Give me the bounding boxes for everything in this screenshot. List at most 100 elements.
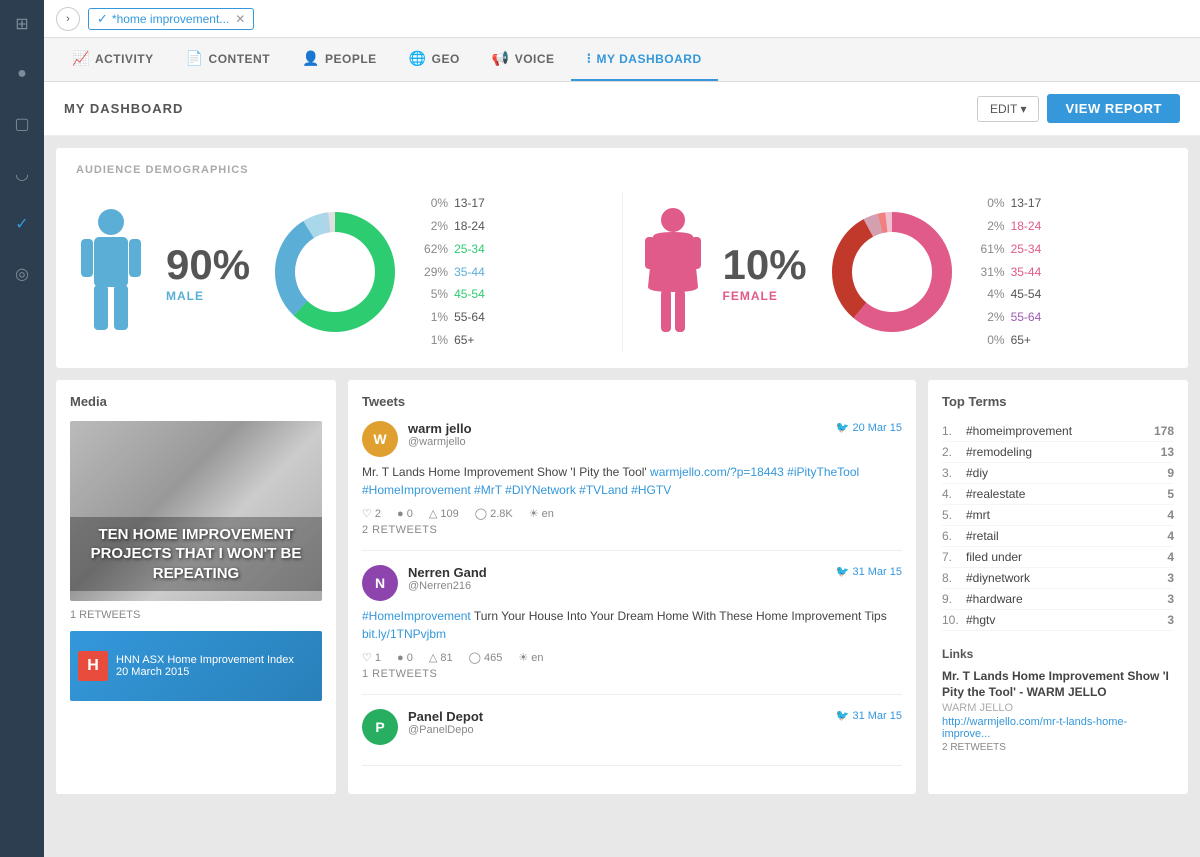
media-image-bg: TEN HOME IMPROVEMENT PROJECTS THAT I WON… bbox=[70, 421, 322, 601]
tweet-name-1: warm jello bbox=[408, 421, 472, 436]
user-icon[interactable]: ● bbox=[6, 58, 38, 90]
tweet-body-1: Mr. T Lands Home Improvement Show 'I Pit… bbox=[362, 463, 902, 499]
tweet-likes-2: ♡ 1 bbox=[362, 651, 381, 664]
tweet-author-2: N Nerren Gand @Nerren216 bbox=[362, 565, 487, 601]
tweet-date-2: 🐦 31 Mar 15 bbox=[836, 565, 902, 578]
term-rank: 10. bbox=[942, 613, 960, 627]
media-card-2-title: HNN ASX Home Improvement Index bbox=[116, 654, 294, 666]
link-item-retweets-1: 2 RETWEETS bbox=[942, 742, 1174, 753]
nav-back-button[interactable]: › bbox=[56, 7, 80, 31]
term-count: 13 bbox=[1161, 445, 1174, 459]
link-item-1: Mr. T Lands Home Improvement Show 'I Pit… bbox=[942, 669, 1174, 753]
tweet-author-3: P Panel Depot @PanelDepo bbox=[362, 709, 483, 745]
tab-activity[interactable]: 📈 ACTIVITY bbox=[56, 38, 170, 81]
tweet-likes-1: ♡ 2 bbox=[362, 507, 381, 520]
female-percent: 10% bbox=[723, 241, 807, 289]
demographics-card: AUDIENCE DEMOGRAPHICS 90% MA bbox=[56, 148, 1188, 368]
media-card-2-subtitle: 20 March 2015 bbox=[116, 666, 294, 678]
target-icon[interactable]: ◎ bbox=[6, 258, 38, 290]
links-section: Links Mr. T Lands Home Improvement Show … bbox=[942, 647, 1174, 753]
term-name: #hgtv bbox=[966, 613, 1167, 627]
tweet-link-1[interactable]: warmjello.com/?p=18443 bbox=[650, 465, 784, 479]
tweet-header-3: P Panel Depot @PanelDepo 🐦 31 Mar 15 bbox=[362, 709, 902, 745]
tweet-header-2: N Nerren Gand @Nerren216 🐦 31 Mar 15 bbox=[362, 565, 902, 601]
tweet-names-1: warm jello @warmjello bbox=[408, 421, 472, 448]
tag-close-icon[interactable]: ✕ bbox=[235, 12, 245, 26]
term-count: 178 bbox=[1154, 424, 1174, 438]
term-rank: 3. bbox=[942, 466, 960, 480]
search-tag-label: *home improvement... bbox=[112, 12, 229, 26]
tweet-avatar-1: W bbox=[362, 421, 398, 457]
term-row: 6.#retail4 bbox=[942, 526, 1174, 547]
tab-my-dashboard[interactable]: ⁝ MY DASHBOARD bbox=[571, 38, 718, 81]
tab-geo[interactable]: 🌐 GEO bbox=[393, 38, 476, 81]
term-name: #hardware bbox=[966, 592, 1167, 606]
term-rank: 9. bbox=[942, 592, 960, 606]
tweet-lang-2: ☀ en bbox=[518, 651, 543, 664]
media-retweets: 1 RETWEETS bbox=[70, 609, 322, 621]
tweet-name-3: Panel Depot bbox=[408, 709, 483, 724]
tweet-names-3: Panel Depot @PanelDepo bbox=[408, 709, 483, 736]
tab-people-label: PEOPLE bbox=[325, 52, 377, 66]
term-name: #mrt bbox=[966, 508, 1167, 522]
term-count: 4 bbox=[1167, 508, 1174, 522]
tweet-item-1: W warm jello @warmjello 🐦 20 Mar 15 Mr. … bbox=[362, 421, 902, 551]
tweet-stats-1: ♡ 2 ● 0 △ 109 ◯ 2.8K ☀ en bbox=[362, 507, 902, 520]
search-tag: ✓ *home improvement... ✕ bbox=[88, 8, 254, 30]
tab-voice[interactable]: 📢 VOICE bbox=[476, 38, 571, 81]
chat-icon[interactable]: ▢ bbox=[6, 108, 38, 140]
male-donut-chart bbox=[270, 207, 400, 337]
male-percent: 90% bbox=[166, 241, 250, 289]
term-rank: 2. bbox=[942, 445, 960, 459]
links-title: Links bbox=[942, 647, 1174, 661]
term-name: #diynetwork bbox=[966, 571, 1167, 585]
nav-tabs: 📈 ACTIVITY 📄 CONTENT 👤 PEOPLE 🌐 GEO 📢 VO… bbox=[44, 38, 1200, 82]
media-title: Media bbox=[70, 394, 322, 409]
tweet-handle-1: @warmjello bbox=[408, 436, 472, 448]
tweet-item-3: P Panel Depot @PanelDepo 🐦 31 Mar 15 bbox=[362, 709, 902, 766]
female-age-list: 0%13-17 2%18-24 61%25-34 31%35-44 4%45-5… bbox=[977, 192, 1042, 352]
top-terms-title: Top Terms bbox=[942, 394, 1174, 409]
term-count: 4 bbox=[1167, 550, 1174, 564]
view-report-button[interactable]: VIEW REPORT bbox=[1047, 94, 1180, 123]
link-item-url-1[interactable]: http://warmjello.com/mr-t-lands-home-imp… bbox=[942, 716, 1174, 740]
term-count: 3 bbox=[1167, 592, 1174, 606]
tweet-date-1: 🐦 20 Mar 15 bbox=[836, 421, 902, 434]
media-card-2-info: HNN ASX Home Improvement Index 20 March … bbox=[116, 654, 294, 678]
twitter-icon[interactable]: ✓ bbox=[6, 208, 38, 240]
term-count: 4 bbox=[1167, 529, 1174, 543]
tweet-reach-2: △ 81 bbox=[429, 651, 453, 664]
tweet-names-2: Nerren Gand @Nerren216 bbox=[408, 565, 487, 592]
term-count: 3 bbox=[1167, 613, 1174, 627]
dashboard-header: MY DASHBOARD EDIT ▾ VIEW REPORT bbox=[44, 82, 1200, 136]
term-name: #diy bbox=[966, 466, 1167, 480]
term-row: 7.filed under4 bbox=[942, 547, 1174, 568]
media-card-2-icon: H bbox=[78, 651, 108, 681]
tab-content[interactable]: 📄 CONTENT bbox=[170, 38, 286, 81]
tweet-link-2[interactable]: bit.ly/1TNPvjbm bbox=[362, 627, 446, 641]
voice-icon: 📢 bbox=[492, 50, 510, 67]
term-row: 3.#diy9 bbox=[942, 463, 1174, 484]
term-row: 8.#diynetwork3 bbox=[942, 568, 1174, 589]
topbar: › ✓ *home improvement... ✕ bbox=[44, 0, 1200, 38]
term-count: 3 bbox=[1167, 571, 1174, 585]
tweet-avatar-3: P bbox=[362, 709, 398, 745]
content-area: MY DASHBOARD EDIT ▾ VIEW REPORT AUDIENCE… bbox=[44, 82, 1200, 857]
tweet-reach-1: △ 109 bbox=[429, 507, 459, 520]
term-rank: 1. bbox=[942, 424, 960, 438]
female-gender-label: FEMALE bbox=[723, 289, 807, 303]
male-age-list: 0%13-17 2%18-24 62%25-34 29%35-44 5%45-5… bbox=[420, 192, 485, 352]
dashboard-title: MY DASHBOARD bbox=[64, 101, 183, 116]
tweet-body-2: #HomeImprovement Turn Your House Into Yo… bbox=[362, 607, 902, 643]
tag-check-icon: ✓ bbox=[97, 11, 108, 27]
edit-button[interactable]: EDIT ▾ bbox=[977, 96, 1039, 122]
tab-content-label: CONTENT bbox=[209, 52, 271, 66]
link-icon[interactable]: ◡ bbox=[6, 158, 38, 190]
tab-people[interactable]: 👤 PEOPLE bbox=[286, 38, 393, 81]
tweets-panel: Tweets W warm jello @warmjello 🐦 20 Mar … bbox=[348, 380, 916, 794]
grid-icon[interactable]: ⊞ bbox=[6, 8, 38, 40]
tweet-retweets-label-2: 1 RETWEETS bbox=[362, 668, 902, 680]
term-row: 9. #hardware3 bbox=[942, 589, 1174, 610]
male-pct-label: 90% MALE bbox=[166, 241, 250, 303]
term-row: 10. #hgtv3 bbox=[942, 610, 1174, 631]
